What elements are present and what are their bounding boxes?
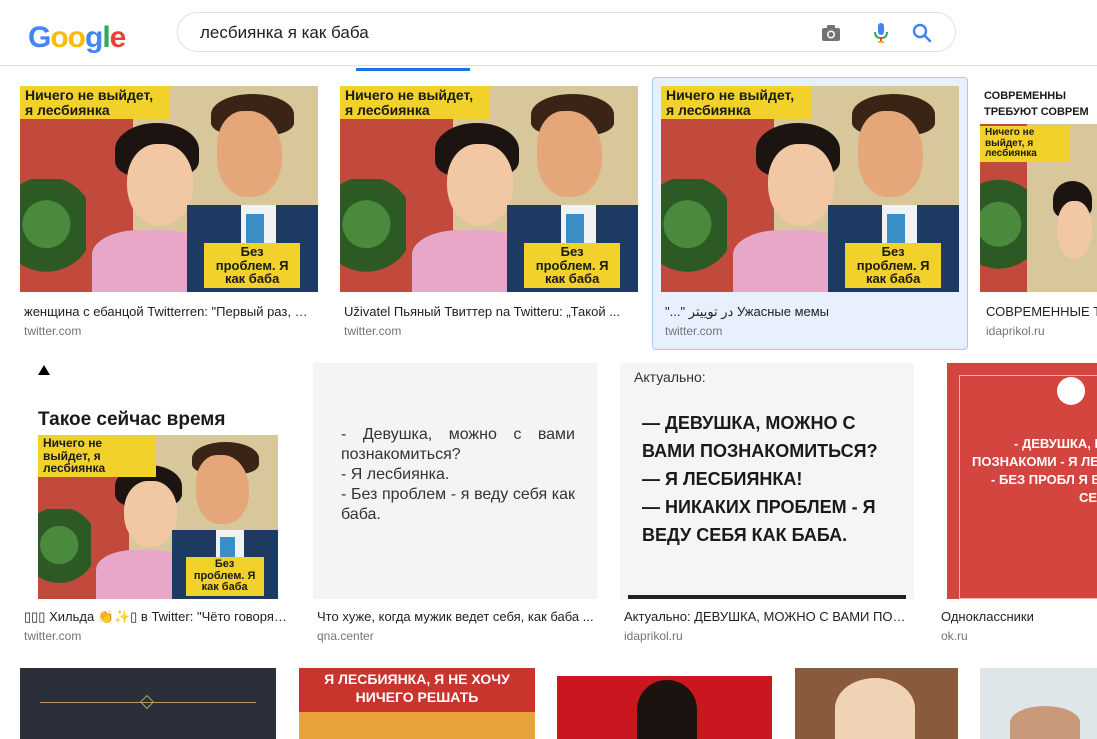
image-result[interactable] [557, 668, 772, 739]
result-source[interactable]: ok.ru [941, 629, 968, 643]
comic-image: Ничего не выйдет, я лесбиянка Без пробле… [20, 86, 318, 292]
comic-bottom-text: Без проблем. Я как баба [204, 242, 301, 288]
result-title[interactable]: СОВРЕМЕННЫЕ Т [986, 304, 1097, 319]
comic-image: СОВРЕМЕННЫ ТРЕБУЮТ СОВРЕМ Ничего не выйд… [980, 86, 1097, 292]
logo-letter: G [28, 21, 51, 54]
red-meme-image: - ДЕВУШКА, МОЖ ПОЗНАКОМИ - Я ЛЕСБИ - БЕЗ… [947, 363, 1097, 599]
comic-bottom-text: Без проблем. Я как баба [845, 242, 942, 288]
result-title[interactable]: Uživatel Пьяный Твиттер na Twitteru: „Та… [344, 304, 634, 319]
result-thumbnail[interactable]: Актуально: — ДЕВУШКА, МОЖНО С ВАМИ ПОЗНА… [620, 363, 914, 599]
meme-text: - Девушка, можно с вами познакомиться? -… [341, 426, 575, 523]
comic-image: Ничего не выйдет, я лесбиянка Без пробле… [340, 86, 638, 292]
header: Google [0, 0, 1097, 66]
text-meme-image: Актуально: — ДЕВУШКА, МОЖНО С ВАМИ ПОЗНА… [620, 363, 914, 599]
result-thumbnail[interactable]: Такое сейчас время Ничего не выйдет, я л… [20, 363, 291, 599]
comic-image: Ничего не выйдет, я лесбиянка Без пробле… [38, 435, 278, 599]
comic-top-text: Ничего не выйдет, я лесбиянка [20, 86, 170, 120]
post-title: Такое сейчас время [38, 409, 226, 430]
meme-text: - ДЕВУШКА, МОЖ ПОЗНАКОМИ - Я ЛЕСБИ - БЕЗ… [972, 436, 1097, 505]
comic-top-text: Ничего не выйдет, я лесбиянка [980, 126, 1070, 162]
header-divider [0, 65, 1097, 66]
search-box [177, 12, 956, 52]
image-result[interactable]: - ДЕВУШКА, МОЖ ПОЗНАКОМИ - Я ЛЕСБИ - БЕЗ… [937, 363, 1097, 645]
result-thumbnail[interactable]: - Девушка, можно с вами познакомиться? -… [313, 363, 597, 599]
result-thumbnail[interactable]: - ДЕВУШКА, МОЖ ПОЗНАКОМИ - Я ЛЕСБИ - БЕЗ… [947, 363, 1097, 599]
result-thumbnail[interactable] [20, 668, 276, 739]
logo-letter: e [109, 21, 127, 54]
image-result[interactable] [20, 668, 276, 739]
header-text: СОВРЕМЕННЫ ТРЕБУЮТ СОВРЕМ [980, 86, 1097, 124]
result-thumbnail[interactable]: СОВРЕМЕННЫ ТРЕБУЮТ СОВРЕМ Ничего не выйд… [980, 86, 1097, 292]
result-title[interactable]: Одноклассники [941, 609, 1097, 624]
result-source[interactable]: twitter.com [24, 629, 81, 643]
result-title[interactable]: ▯▯▯ Хильда 👏✨▯ в Twitter: "Чёто говорят … [24, 609, 288, 625]
result-source[interactable]: twitter.com [665, 324, 722, 338]
result-title[interactable]: женщина с ебанцой Twitterren: "Первый ра… [24, 304, 314, 319]
result-thumbnail[interactable] [980, 668, 1097, 739]
camera-icon[interactable] [818, 20, 844, 46]
result-thumbnail[interactable]: Ничего не выйдет, я лесбиянка Без пробле… [340, 86, 638, 292]
image-result[interactable]: СОВРЕМЕННЫ ТРЕБУЮТ СОВРЕМ Ничего не выйд… [980, 86, 1097, 342]
result-title[interactable]: "..." در توییتر Ужасные мемы [665, 304, 955, 320]
result-thumbnail[interactable]: Я ЛЕСБИЯНКА, Я НЕ ХОЧУ НИЧЕГО РЕШАТЬ [299, 668, 535, 739]
logo-letter: g [85, 21, 103, 54]
result-source[interactable]: twitter.com [344, 324, 401, 338]
result-thumbnail[interactable]: Ничего не выйдет, я лесбиянка Без пробле… [661, 86, 959, 292]
image-result[interactable] [980, 668, 1097, 739]
image-result[interactable]: Я ЛЕСБИЯНКА, Я НЕ ХОЧУ НИЧЕГО РЕШАТЬ [299, 668, 535, 739]
result-thumbnail[interactable] [795, 668, 958, 739]
search-icon[interactable] [909, 20, 935, 46]
triangle-icon [38, 365, 50, 375]
result-source[interactable]: twitter.com [24, 324, 81, 338]
comic-bottom-text: Без проблем. Я как баба [524, 242, 621, 288]
text-meme-image: - Девушка, можно с вами познакомиться? -… [313, 363, 597, 599]
comic-image: Ничего не выйдет, я лесбиянка Без пробле… [661, 86, 959, 292]
result-thumbnail[interactable] [557, 676, 772, 739]
result-source[interactable]: idaprikol.ru [986, 324, 1045, 338]
search-input[interactable] [200, 21, 800, 45]
image-result-selected[interactable]: Ничего не выйдет, я лесбиянка Без пробле… [652, 77, 968, 350]
twitter-post-image: Такое сейчас время Ничего не выйдет, я л… [20, 363, 291, 599]
microphone-icon[interactable] [868, 20, 894, 46]
result-title[interactable]: Актуально: ДЕВУШКА, МОЖНО С ВАМИ ПОЗНАКО… [624, 609, 912, 624]
logo-letter: l [102, 21, 110, 54]
image-result[interactable]: Ничего не выйдет, я лесбиянка Без пробле… [20, 86, 320, 342]
tab-images-indicator [356, 68, 470, 71]
result-source[interactable]: idaprikol.ru [624, 629, 683, 643]
result-thumbnail[interactable]: Ничего не выйдет, я лесбиянка Без пробле… [20, 86, 318, 292]
result-source[interactable]: qna.center [317, 629, 374, 643]
site-logo-icon [1057, 377, 1085, 405]
image-result[interactable]: Ничего не выйдет, я лесбиянка Без пробле… [340, 86, 640, 342]
logo-letter: o [67, 21, 86, 54]
meme-text: — ДЕВУШКА, МОЖНО С ВАМИ ПОЗНАКОМИТЬСЯ? —… [642, 413, 878, 545]
result-title[interactable]: Что хуже, когда мужик ведет себя, как ба… [317, 609, 595, 624]
google-logo[interactable]: Google [28, 21, 127, 55]
logo-letter: o [50, 21, 68, 54]
image-result[interactable] [795, 668, 958, 739]
comic-top-text: Ничего не выйдет, я лесбиянка [661, 86, 811, 120]
image-result[interactable]: - Девушка, можно с вами познакомиться? -… [313, 363, 598, 645]
poster-text: Я ЛЕСБИЯНКА, Я НЕ ХОЧУ НИЧЕГО РЕШАТЬ [299, 668, 535, 712]
comic-top-text: Ничего не выйдет, я лесбиянка [38, 435, 156, 477]
comic-bottom-text: Без проблем. Я как баба [185, 557, 264, 596]
image-result[interactable]: Актуально: — ДЕВУШКА, МОЖНО С ВАМИ ПОЗНА… [620, 363, 915, 645]
meme-heading: Актуально: [634, 369, 706, 385]
comic-top-text: Ничего не выйдет, я лесбиянка [340, 86, 490, 120]
image-result[interactable]: Такое сейчас время Ничего не выйдет, я л… [20, 363, 292, 645]
